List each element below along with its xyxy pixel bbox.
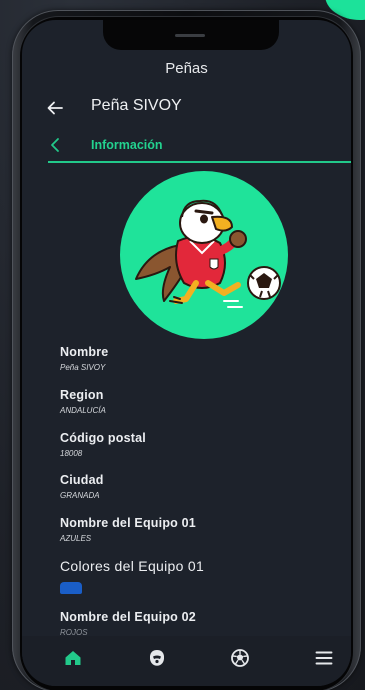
field-codigo-postal: Código postal 18008	[60, 431, 146, 458]
field-colores-equipo-01: Colores del Equipo 01	[60, 558, 204, 594]
field-label: Nombre	[60, 345, 109, 359]
field-label: Region	[60, 388, 104, 402]
app-title: Peñas	[165, 60, 208, 77]
team-color-swatch	[60, 582, 82, 594]
field-label: Código postal	[60, 431, 146, 445]
menu-icon[interactable]	[314, 648, 334, 668]
field-value: AZULES	[60, 534, 92, 543]
home-icon[interactable]	[63, 648, 83, 668]
field-value: Peña SIVOY	[60, 363, 106, 372]
bottom-nav	[22, 636, 351, 686]
field-label: Colores del Equipo 01	[60, 558, 205, 574]
ball-icon[interactable]	[230, 648, 250, 668]
field-nombre: Nombre Peña SIVOY	[60, 345, 108, 372]
player-icon[interactable]	[147, 648, 167, 668]
page-header: Peña SIVOY	[22, 96, 351, 120]
field-value: ANDALUCÍA	[60, 406, 106, 415]
app-screen: Peñas Peña SIVOY Información Nombre Peña…	[22, 20, 351, 686]
field-ciudad: Ciudad GRANADA	[60, 473, 104, 500]
field-region: Region ANDALUCÍA	[60, 388, 106, 415]
section-label: Información	[91, 138, 163, 152]
chevron-left-icon[interactable]	[48, 137, 62, 153]
field-value: 18008	[60, 449, 83, 458]
field-label: Nombre del Equipo 01	[60, 516, 196, 530]
page-title: Peña SIVOY	[91, 97, 182, 114]
field-nombre-equipo-01: Nombre del Equipo 01 AZULES	[60, 516, 196, 543]
arrow-left-icon[interactable]	[46, 99, 64, 117]
field-label: Nombre del Equipo 02	[60, 610, 196, 624]
speaker-grille	[175, 34, 205, 37]
field-label: Ciudad	[60, 473, 104, 487]
section-tab-informacion[interactable]: Información	[22, 136, 351, 162]
field-nombre-equipo-02: Nombre del Equipo 02 ROJOS	[60, 610, 196, 637]
field-value: GRANADA	[60, 491, 100, 500]
eagle-mascot-logo	[120, 171, 288, 339]
screenshot-canvas: Peñas Peña SIVOY Información Nombre Peña…	[0, 0, 365, 690]
section-divider	[48, 161, 351, 163]
